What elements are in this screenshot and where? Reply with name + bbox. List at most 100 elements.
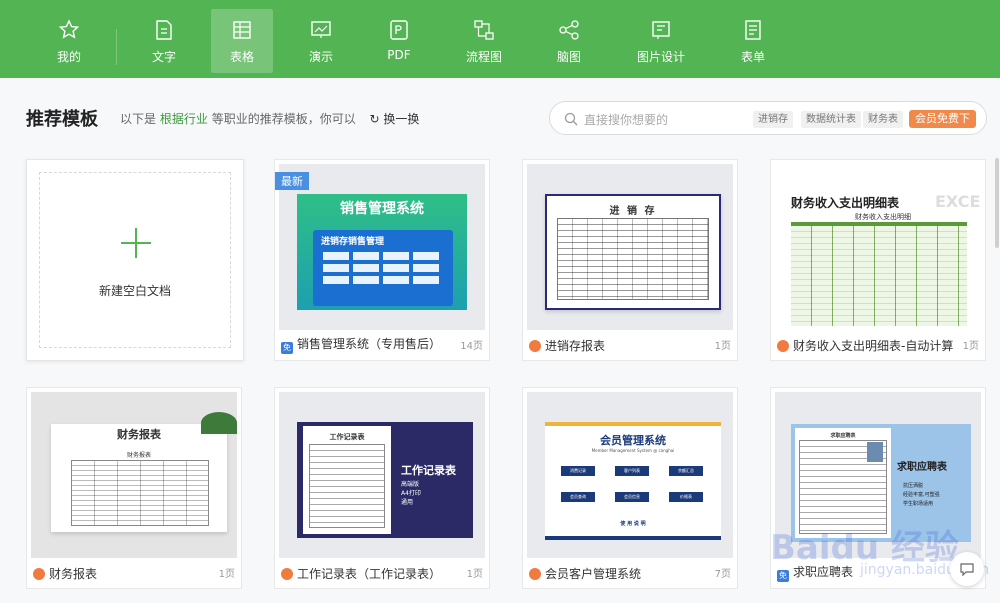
thumbnail-document: 财务报表 财务报表 [51, 424, 227, 532]
plant-decoration [201, 412, 237, 434]
thumbnail-document: 进 销 存 [545, 194, 721, 310]
table-icon [233, 21, 251, 39]
thumbnail-line: 高端版 [401, 481, 420, 488]
nav-label: 演示 [308, 50, 333, 64]
mindmap-icon [559, 20, 579, 40]
search-icon [564, 112, 578, 126]
page-count: 1页 [962, 341, 979, 352]
chat-icon [960, 563, 974, 576]
refresh-label: 换一换 [383, 112, 420, 126]
industry-link[interactable]: 根据行业 [160, 112, 208, 126]
page-count: 1页 [714, 341, 731, 352]
template-name: 工作记录表（工作记录表） [281, 565, 441, 582]
template-badge-icon [281, 568, 293, 580]
template-title: 进销存报表 [545, 339, 606, 353]
thumbnail-line: 通用 [401, 499, 414, 506]
nav-item-table[interactable]: 表格 [211, 9, 273, 73]
thumbnail-subtitle: 财务收入支出明细 [855, 213, 911, 221]
divider [116, 29, 117, 65]
template-badge-icon [777, 340, 789, 352]
thumbnail-footer: 使 用 说 明 [620, 521, 646, 527]
thumbnail-title: 进 销 存 [609, 206, 657, 217]
template-name: 财务收入支出明细表-自动计算 [777, 337, 953, 354]
nav-item-form[interactable]: 表单 [722, 9, 784, 73]
thumbnail-document: 工作记录表 [303, 426, 391, 534]
template-card[interactable]: 进 销 存 进销存报表 1页 [522, 159, 738, 361]
subtitle-prefix: 以下是 [120, 112, 157, 126]
template-card[interactable]: 会员管理系统 Member Management System @ cangha… [522, 387, 738, 589]
thumbnail-subtitle: 财务报表 [126, 452, 151, 459]
star-icon [58, 19, 80, 39]
chat-button[interactable] [950, 552, 984, 586]
search-tag[interactable]: 数据统计表 [801, 111, 861, 128]
page-title: 推荐模板 [26, 109, 98, 130]
nav-label: 表格 [229, 50, 254, 64]
template-title: 会员客户管理系统 [545, 567, 642, 581]
template-badge-icon [529, 568, 541, 580]
thumbnail-panel: 进销存销售管理 [313, 230, 453, 306]
refresh-icon: ↻ [369, 112, 380, 126]
thumbnail-subtitle: 进销存销售管理 [321, 237, 385, 247]
thumbnail-title: 财务收入支出明细表 [791, 196, 900, 210]
template-card[interactable]: 工作记录表 工作记录表 高端版 A4打印 通用 工作记录表（工作记录表） 1页 [274, 387, 490, 589]
page-count: 7页 [714, 569, 731, 580]
template-title: 销售管理系统（专用售后） [297, 337, 442, 351]
nav-label: 脑图 [556, 50, 581, 64]
image-design-icon [652, 21, 670, 39]
top-nav-bar: 我的 文字 表格 演示 PDF 流程图 脑图 图片设计 表单 [0, 0, 1000, 78]
thumbnail-title: 销售管理系统 [340, 201, 424, 217]
template-thumbnail: 销售管理系统 进销存销售管理 [279, 164, 485, 330]
nav-item-pdf[interactable]: PDF [368, 9, 430, 73]
thumbnail-button: 会员信息 [615, 492, 649, 502]
template-card[interactable]: 销售管理系统 进销存销售管理 最新 免销售管理系统（专用售后） 14页 [274, 159, 490, 361]
thumbnail-excel-label: EXCEL [935, 192, 981, 211]
nav-label: 我的 [56, 50, 81, 64]
nav-item-image-design[interactable]: 图片设计 [630, 9, 692, 73]
thumbnail-lines: 抗压洒脱 经验丰富,可塑强 学生职场适用 [903, 482, 940, 509]
photo-placeholder [867, 442, 883, 462]
thumbnail-buttons [323, 252, 443, 298]
thumbnail-document: 会员管理系统 Member Management System @ cangha… [545, 422, 721, 540]
subtitle-suffix: 等职业的推荐模板，你可以 [211, 112, 356, 126]
thumbnail-title: 会员管理系统 [600, 434, 666, 447]
page-count: 1页 [218, 569, 235, 580]
pdf-icon [390, 20, 408, 40]
nav-label: 流程图 [465, 50, 502, 64]
thumbnail-subtitle: 工作记录表 [329, 433, 365, 441]
template-card[interactable]: 财务报表 财务报表 财务报表 1页 [26, 387, 242, 589]
nav-item-text[interactable]: 文字 [133, 9, 195, 73]
refresh-button[interactable]: ↻ 换一换 [370, 112, 420, 126]
template-badge-icon [33, 568, 45, 580]
flowchart-icon [474, 20, 494, 40]
template-thumbnail: 进 销 存 [527, 164, 733, 330]
template-title: 工作记录表（工作记录表） [297, 567, 442, 581]
vip-free-download-button[interactable]: 会员免费下 [909, 110, 976, 128]
nav-item-flowchart[interactable]: 流程图 [453, 9, 515, 73]
nav-item-presentation[interactable]: 演示 [290, 9, 352, 73]
scrollbar[interactable] [995, 158, 999, 248]
template-name: 会员客户管理系统 [529, 565, 641, 582]
new-blank-document-label: 新建空白文档 [98, 284, 171, 298]
template-name: 免销售管理系统（专用售后） [281, 335, 441, 354]
thumbnail-button: 客户列表 [615, 466, 649, 476]
document-icon [156, 20, 172, 40]
nav-item-mine[interactable]: 我的 [38, 9, 100, 73]
thumbnail-grid [557, 218, 709, 300]
template-name: 进销存报表 [529, 337, 605, 354]
search-tag[interactable]: 财务表 [863, 111, 903, 128]
template-thumbnail: 会员管理系统 Member Management System @ cangha… [527, 392, 733, 558]
nav-item-mindmap[interactable]: 脑图 [538, 9, 600, 73]
search-input[interactable] [582, 110, 736, 130]
nav-label: PDF [387, 48, 411, 62]
nav-label: 图片设计 [636, 50, 685, 64]
new-blank-document-card[interactable]: 新建空白文档 [26, 159, 244, 361]
search-tag[interactable]: 进销存 [753, 111, 793, 128]
thumbnail-subtitle: Member Management System @ canghai [591, 448, 675, 453]
form-icon [745, 20, 761, 40]
template-title: 财务报表 [49, 567, 98, 581]
thumbnail-line: 抗压洒脱 [903, 483, 924, 489]
free-badge: 免 [281, 342, 293, 354]
template-card[interactable]: 财务收入支出明细表 EXCEL 财务收入支出明细 财务收入支出明细表-自动计算 … [770, 159, 986, 361]
template-thumbnail: 财务收入支出明细表 EXCEL 财务收入支出明细 [775, 164, 981, 330]
thumbnail-button: 价格表 [669, 492, 703, 502]
